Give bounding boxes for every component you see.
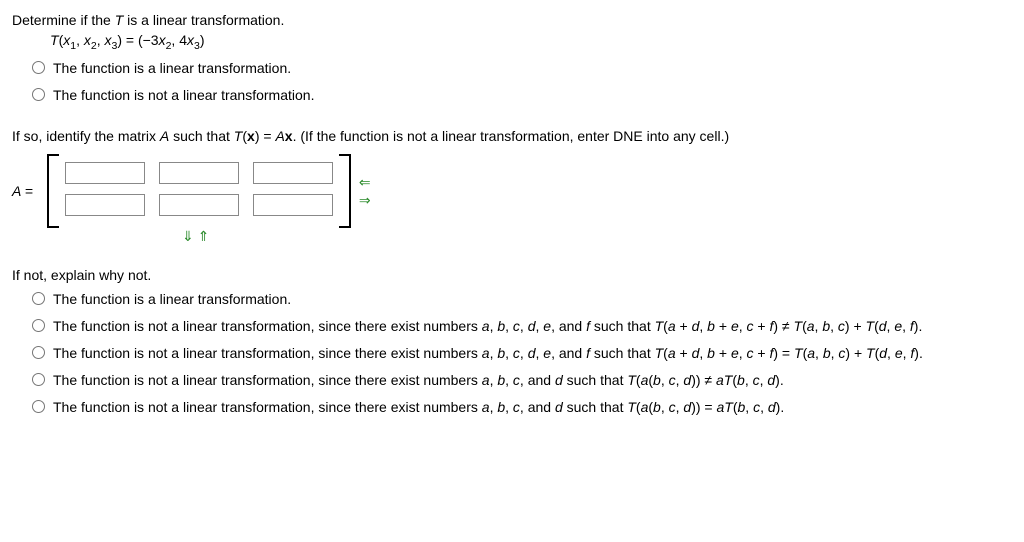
- matrix-cell-0-1[interactable]: [159, 162, 239, 184]
- matrix-label: A =: [12, 183, 33, 199]
- remove-row-icon[interactable]: ⇑: [198, 228, 210, 244]
- bracket-left: [47, 154, 59, 228]
- matrix-cell-1-0[interactable]: [65, 194, 145, 216]
- q1-option-1-label: The function is a linear transformation.: [53, 58, 1012, 79]
- q3-radio-5[interactable]: [32, 400, 45, 413]
- q3-option-4-label: The function is not a linear transformat…: [53, 370, 1012, 391]
- q3-option-2[interactable]: The function is not a linear transformat…: [32, 316, 1012, 337]
- q3-option-1-label: The function is a linear transformation.: [53, 289, 1012, 310]
- q1-radio-1[interactable]: [32, 61, 45, 74]
- matrix-grid: [59, 154, 339, 228]
- q3-radio-3[interactable]: [32, 346, 45, 359]
- q1-option-2[interactable]: The function is not a linear transformat…: [32, 85, 1012, 106]
- remove-column-icon[interactable]: ⇐: [359, 175, 371, 189]
- q1-prompt: Determine if the T is a linear transform…: [12, 12, 1012, 28]
- q3-option-5[interactable]: The function is not a linear transformat…: [32, 397, 1012, 418]
- q1-formula: T(x1, x2, x3) = (−3x2, 4x3): [50, 32, 1012, 52]
- add-row-icon[interactable]: ⇓: [182, 228, 194, 244]
- add-column-icon[interactable]: ⇒: [359, 193, 371, 207]
- q3-prompt: If not, explain why not.: [12, 267, 1012, 283]
- matrix-cell-1-1[interactable]: [159, 194, 239, 216]
- bracket-right: [339, 154, 351, 228]
- q3-option-3[interactable]: The function is not a linear transformat…: [32, 343, 1012, 364]
- q1-option-1[interactable]: The function is a linear transformation.: [32, 58, 1012, 79]
- q2-prompt: If so, identify the matrix A such that T…: [12, 128, 1012, 144]
- q3-option-3-label: The function is not a linear transformat…: [53, 343, 1012, 364]
- q1-radio-2[interactable]: [32, 88, 45, 101]
- q3-radio-2[interactable]: [32, 319, 45, 332]
- q3-option-5-label: The function is not a linear transformat…: [53, 397, 1012, 418]
- q3-option-2-label: The function is not a linear transformat…: [53, 316, 1012, 337]
- q3-option-1[interactable]: The function is a linear transformation.: [32, 289, 1012, 310]
- matrix-cell-1-2[interactable]: [253, 194, 333, 216]
- q3-option-4[interactable]: The function is not a linear transformat…: [32, 370, 1012, 391]
- q3-radio-1[interactable]: [32, 292, 45, 305]
- matrix-cell-0-2[interactable]: [253, 162, 333, 184]
- matrix-cell-0-0[interactable]: [65, 162, 145, 184]
- q1-option-2-label: The function is not a linear transformat…: [53, 85, 1012, 106]
- q3-radio-4[interactable]: [32, 373, 45, 386]
